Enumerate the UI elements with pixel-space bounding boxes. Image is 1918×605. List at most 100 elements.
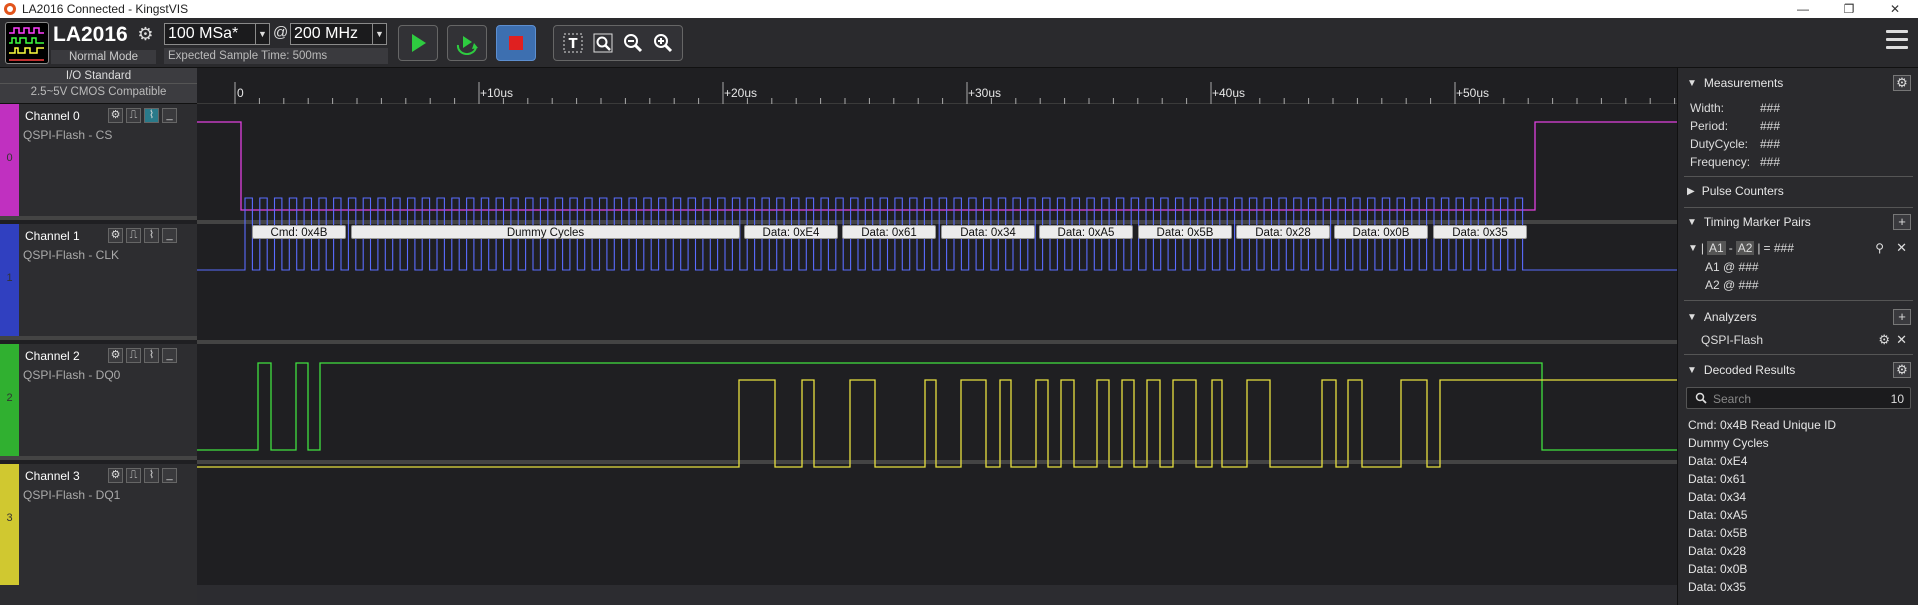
channel-2-panel[interactable]: 2 Channel 2 QSPI-Flash - DQ0 ⚙ ⎍ ⌇ _ <box>0 344 197 460</box>
horizontal-scrollbar[interactable] <box>197 585 1677 605</box>
stop-capture-button[interactable] <box>496 25 536 61</box>
sample-depth-select[interactable]: 100 MSa* ▼ <box>164 23 270 45</box>
channel-settings-gear-icon[interactable]: ⚙ <box>108 228 123 243</box>
channel-separator <box>197 340 1677 344</box>
decoded-result-item[interactable]: Dummy Cycles <box>1688 436 1769 450</box>
marker-a2-chip[interactable]: A2 <box>1735 241 1755 255</box>
measurements-settings-gear-icon[interactable]: ⚙ <box>1893 75 1911 91</box>
close-window-button[interactable]: ✕ <box>1872 0 1918 18</box>
decoded-result-item[interactable]: Data: 0x0B <box>1688 562 1747 576</box>
low-level-trigger-icon[interactable]: _ <box>162 228 177 243</box>
analyzer-item-qspi-flash[interactable]: QSPI-Flash <box>1701 333 1763 347</box>
decoded-frame-box[interactable]: Cmd: 0x4B <box>252 225 346 239</box>
app-logo-icon <box>4 3 16 15</box>
zoom-in-icon[interactable] <box>650 30 676 56</box>
remove-marker-pair-close-icon[interactable]: ✕ <box>1896 240 1907 256</box>
chevron-down-icon[interactable]: ▼ <box>372 24 386 44</box>
falling-edge-trigger-icon[interactable]: ⌇ <box>144 108 159 123</box>
marker-pair-dash: - <box>1728 241 1733 255</box>
decoded-result-item[interactable]: Data: 0x28 <box>1688 544 1746 558</box>
decoded-result-item[interactable]: Data: 0x34 <box>1688 490 1746 504</box>
channel-settings-gear-icon[interactable]: ⚙ <box>108 468 123 483</box>
hamburger-menu-icon[interactable] <box>1886 30 1908 54</box>
add-analyzer-button[interactable]: + <box>1893 309 1911 325</box>
decoded-result-item[interactable]: Data: 0x5B <box>1688 526 1747 540</box>
decoded-frame-box[interactable]: Data: 0x35 <box>1433 225 1527 239</box>
decoded-frame-box[interactable]: Data: 0x34 <box>941 225 1035 239</box>
decoded-search-input[interactable]: Search 10 <box>1686 387 1911 409</box>
divider-glyph: | <box>1757 241 1761 255</box>
sample-rate-select[interactable]: 200 MHz ▼ <box>290 23 387 45</box>
loop-play-icon <box>456 36 478 55</box>
decoded-result-item[interactable]: Data: 0x35 <box>1688 580 1746 594</box>
marker-a1-chip[interactable]: A1 <box>1707 241 1726 255</box>
rising-edge-trigger-icon[interactable]: ⎍ <box>126 228 141 243</box>
collapse-triangle-icon[interactable]: ▼ <box>1687 365 1697 376</box>
marker-pair-row[interactable]: ▼ | A1 - A2 | = ### <box>1688 241 1794 255</box>
collapse-triangle-icon[interactable]: ▼ <box>1687 312 1697 323</box>
channel-1-panel[interactable]: 1 Channel 1 QSPI-Flash - CLK ⚙ ⎍ ⌇ _ <box>0 224 197 340</box>
collapse-triangle-icon[interactable]: ▼ <box>1687 78 1697 89</box>
rising-edge-trigger-icon[interactable]: ⎍ <box>126 108 141 123</box>
channel-label[interactable]: QSPI-Flash - CS <box>23 128 112 142</box>
decoded-frame-box[interactable]: Data: 0x61 <box>842 225 936 239</box>
io-standard-title: I/O Standard <box>0 68 197 84</box>
ruler-ticks <box>234 82 1676 104</box>
pin-icon[interactable]: ⚲ <box>1875 241 1884 255</box>
decoded-results-section: ▼ Decoded Results ⚙ <box>1678 359 1918 381</box>
collapse-triangle-icon[interactable]: ▼ <box>1688 243 1698 254</box>
falling-edge-trigger-icon[interactable]: ⌇ <box>144 228 159 243</box>
decoded-frame-box[interactable]: Data: 0x5B <box>1138 225 1232 239</box>
decoded-frame-box[interactable]: Data: 0x28 <box>1236 225 1330 239</box>
decoded-result-item[interactable]: Data: 0xA5 <box>1688 508 1747 522</box>
remove-analyzer-close-icon[interactable]: ✕ <box>1896 332 1907 348</box>
low-level-trigger-icon[interactable]: _ <box>162 348 177 363</box>
minimize-button[interactable]: — <box>1780 0 1826 18</box>
pulse-counters-header[interactable]: ▶ Pulse Counters <box>1678 180 1918 202</box>
channel-label[interactable]: QSPI-Flash - CLK <box>23 248 119 262</box>
io-standard-panel[interactable]: I/O Standard 2.5~5V CMOS Compatible <box>0 68 197 104</box>
maximize-button[interactable]: ❐ <box>1826 0 1872 18</box>
text-cursor-icon[interactable]: T <box>560 30 586 56</box>
decoded-results-header[interactable]: ▼ Decoded Results ⚙ <box>1678 359 1918 381</box>
channel-0-panel[interactable]: 0 Channel 0 QSPI-Flash - CS ⚙ ⎍ ⌇ _ <box>0 104 197 220</box>
falling-edge-trigger-icon[interactable]: ⌇ <box>144 468 159 483</box>
decoded-frame-box[interactable]: Dummy Cycles <box>351 225 740 239</box>
low-level-trigger-icon[interactable]: _ <box>162 468 177 483</box>
timing-marker-pairs-header[interactable]: ▼ Timing Marker Pairs + <box>1678 211 1918 233</box>
device-logo-icon[interactable] <box>5 22 49 64</box>
falling-edge-trigger-icon[interactable]: ⌇ <box>144 348 159 363</box>
start-capture-button[interactable] <box>398 25 438 61</box>
channel-label[interactable]: QSPI-Flash - DQ0 <box>23 368 120 382</box>
time-ruler[interactable]: 0 +10us +20us +30us +40us +50us <box>197 68 1677 104</box>
add-marker-pair-button[interactable]: + <box>1893 214 1911 230</box>
rising-edge-trigger-icon[interactable]: ⎍ <box>126 348 141 363</box>
analyzer-settings-gear-icon[interactable]: ⚙ <box>1878 332 1890 348</box>
decoded-frame-box[interactable]: Data: 0x0B <box>1334 225 1428 239</box>
collapse-triangle-icon[interactable]: ▼ <box>1687 217 1697 228</box>
timing-marker-pairs-section: ▼ Timing Marker Pairs + <box>1678 211 1918 233</box>
channel-label[interactable]: QSPI-Flash - DQ1 <box>23 488 120 502</box>
decoded-frame-box[interactable]: Data: 0xA5 <box>1039 225 1133 239</box>
device-settings-gear-icon[interactable]: ⚙ <box>135 24 156 45</box>
measurements-header[interactable]: ▼ Measurements ⚙ <box>1678 72 1918 94</box>
channel-settings-gear-icon[interactable]: ⚙ <box>108 348 123 363</box>
decoded-result-item[interactable]: Cmd: 0x4B Read Unique ID <box>1688 418 1836 432</box>
low-level-trigger-icon[interactable]: _ <box>162 108 177 123</box>
zoom-region-icon[interactable] <box>590 30 616 56</box>
marker-a2-line: A2 @ ### <box>1705 278 1759 292</box>
repeat-capture-button[interactable] <box>447 25 487 61</box>
channel-3-panel[interactable]: 3 Channel 3 QSPI-Flash - DQ1 ⚙ ⎍ ⌇ _ <box>0 464 197 585</box>
play-icon <box>412 34 426 52</box>
chevron-down-icon[interactable]: ▼ <box>255 24 269 44</box>
decoded-result-item[interactable]: Data: 0xE4 <box>1688 454 1747 468</box>
decoded-frame-box[interactable]: Data: 0xE4 <box>744 225 838 239</box>
decoded-results-settings-gear-icon[interactable]: ⚙ <box>1893 362 1911 378</box>
rising-edge-trigger-icon[interactable]: ⎍ <box>126 468 141 483</box>
channel-settings-gear-icon[interactable]: ⚙ <box>108 108 123 123</box>
channel-index: 1 <box>6 272 13 284</box>
decoded-result-item[interactable]: Data: 0x61 <box>1688 472 1746 486</box>
analyzers-header[interactable]: ▼ Analyzers + <box>1678 306 1918 328</box>
zoom-out-icon[interactable] <box>620 30 646 56</box>
expand-triangle-icon[interactable]: ▶ <box>1687 186 1695 197</box>
